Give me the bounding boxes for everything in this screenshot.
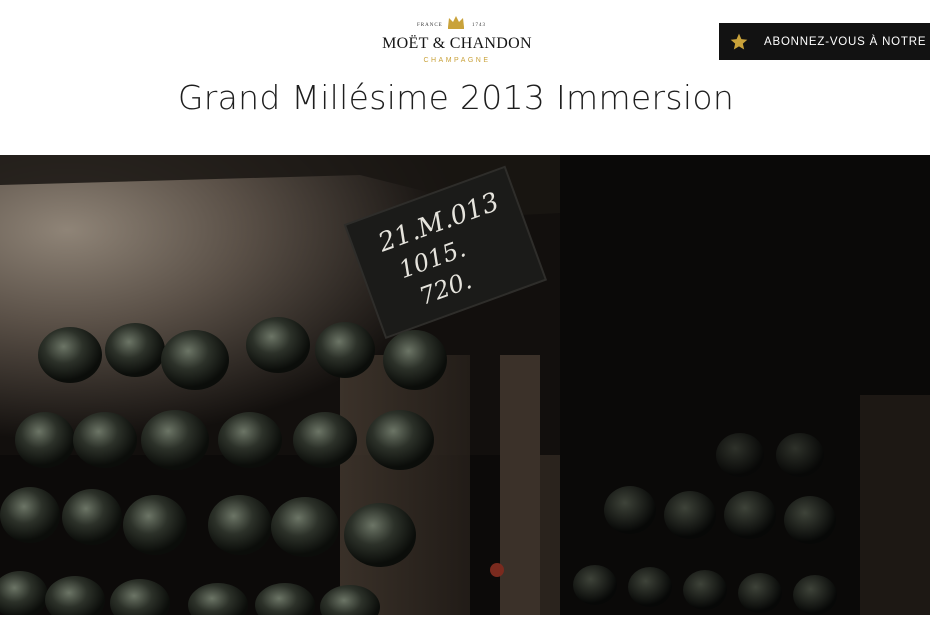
crown-icon xyxy=(448,16,464,29)
wine-cellar-photo: 21.M.013 1015. 720. xyxy=(0,155,930,615)
brand-logo[interactable]: FRANCE 1743 MOËT & CHANDON CHAMPAGNE xyxy=(377,14,537,70)
newsletter-subscribe-label: ABONNEZ-VOUS À NOTRE NEWSLETTER xyxy=(764,35,930,48)
logo-subtitle: CHAMPAGNE xyxy=(423,57,491,64)
logo-crest: FRANCE 1743 xyxy=(377,14,537,32)
logo-year: 1743 xyxy=(472,23,486,28)
page: FRANCE 1743 MOËT & CHANDON CHAMPAGNE ABO… xyxy=(0,0,930,620)
star-icon xyxy=(730,33,748,49)
logo-country: FRANCE xyxy=(417,23,443,28)
page-title: Grand Millésime 2013 Immersion xyxy=(177,78,735,117)
newsletter-subscribe-button[interactable]: ABONNEZ-VOUS À NOTRE NEWSLETTER xyxy=(719,23,930,60)
logo-brand-text: MOËT & CHANDON xyxy=(382,35,532,52)
hero-image: 21.M.013 1015. 720. xyxy=(0,155,930,615)
